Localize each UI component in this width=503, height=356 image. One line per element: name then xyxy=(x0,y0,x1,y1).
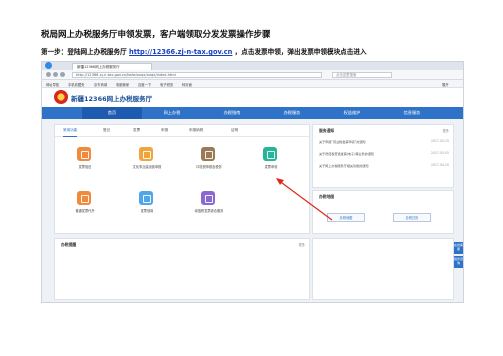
tax-map-title: 办税地图 xyxy=(319,194,335,199)
notice-date: 2017-04-20 xyxy=(431,163,449,167)
tile-label: 增值税发票综合服务 xyxy=(194,209,224,213)
common-functions-panel: 常用功能 登记 发票 申报 申报纳税 证明 发票验旧 文化事业建设费申报 印花税… xyxy=(54,124,310,234)
tax-consult-float[interactable]: 税务咨询 xyxy=(454,256,463,268)
lower-right-panel xyxy=(312,238,454,300)
notice-title: 服务通知 xyxy=(319,128,335,133)
notice-row[interactable]: 关于增值税普通发票(电子)等业务的通知 2017-05-05 xyxy=(319,151,449,157)
browser-tab[interactable]: 新疆12366网上办税服务厅 xyxy=(72,63,152,70)
tile-label: 发票申领 xyxy=(264,165,278,169)
nav-online-tax[interactable]: 网上办税 xyxy=(142,107,202,119)
back-icon[interactable] xyxy=(46,72,51,77)
online-service-float[interactable]: 在线客服 xyxy=(454,242,463,254)
bookmark-item[interactable]: 百度一下 xyxy=(138,82,151,87)
subtab-declare[interactable]: 申报 xyxy=(161,125,168,136)
notice-more-link[interactable]: 更多 xyxy=(443,128,449,133)
notice-date: 2017-05-15 xyxy=(431,139,449,143)
tile-invoice-check[interactable]: 发票验旧 xyxy=(69,147,101,181)
main-nav: 首页 网上办税 办税指南 办税服务 权益维护 信息服务 xyxy=(42,107,463,119)
site-header: 新疆12366网上办税服务厅 xyxy=(42,88,463,107)
tile-label: 普通发票代开 xyxy=(75,209,95,213)
notice-row[interactable]: 关于网上办税服务厅相关功能的通知 2017-04-20 xyxy=(319,163,449,169)
subtab-register[interactable]: 登记 xyxy=(103,125,110,136)
stamp-tax-icon xyxy=(201,147,215,161)
notice-date: 2017-05-05 xyxy=(431,151,449,155)
reminder-more-link[interactable]: 更多 xyxy=(299,242,305,247)
bookmark-item[interactable]: 京东商城 xyxy=(94,82,107,87)
tile-label: 发票验旧 xyxy=(78,165,92,169)
browser-address-bar: http://12366.xj-n-tax.gov.cn/bsfw/xxqx/x… xyxy=(42,70,463,80)
document-title: 税局网上办税服务厅申领发票，客户端领取分发发票操作步骤 xyxy=(41,30,271,40)
bookmark-item[interactable]: 电子税务 xyxy=(160,82,173,87)
tile-culture-fee[interactable]: 文化事业建设费申报 xyxy=(131,147,163,181)
step-one-prefix: 第一步：登陆网上办税服务厅 xyxy=(41,48,130,56)
invoice-apply-icon xyxy=(263,147,277,161)
culture-fee-icon xyxy=(139,147,153,161)
bookmark-item[interactable]: 电脑管家 xyxy=(116,82,129,87)
step-one-url[interactable]: http://12366.zj-n-tax.gov.cn xyxy=(129,48,232,56)
browser-search-input[interactable]: 点击这里搜索 xyxy=(332,71,392,78)
function-subtabs: 常用功能 登记 发票 申报 申报纳税 证明 xyxy=(55,125,309,137)
embedded-screenshot: 新疆12366网上办税服务厅 http://12366.xj-n-tax.gov… xyxy=(41,61,464,303)
nav-guide[interactable]: 办税指南 xyxy=(202,107,262,119)
url-input[interactable]: http://12366.xj-n-tax.gov.cn/bsfw/xxqx/x… xyxy=(72,71,322,78)
tile-stamp-tax[interactable]: 印花税申报及税务 xyxy=(193,147,225,181)
reminder-title: 办税提醒 xyxy=(61,242,77,247)
nav-home[interactable]: 首页 xyxy=(82,107,142,119)
tile-label: 印花税申报及税务 xyxy=(196,165,222,169)
browser-logo-icon xyxy=(45,62,52,69)
notice-row[interactable]: 关于申报“营业税发票申领”的通知 2017-05-15 xyxy=(319,139,449,145)
nav-service[interactable]: 办税服务 xyxy=(262,107,322,119)
tile-label: 文化事业建设费申报 xyxy=(132,165,162,169)
refresh-icon[interactable] xyxy=(60,72,65,77)
subtab-cert[interactable]: 证明 xyxy=(231,125,238,136)
tile-invoice-collect[interactable]: 发票领用 xyxy=(131,191,163,225)
vat-service-icon xyxy=(201,191,215,205)
tax-emblem-icon xyxy=(54,90,68,104)
bookmarks-bar: 网址导航 手机收藏夹 京东商城 电脑管家 百度一下 电子税务 转页面 展开 xyxy=(42,80,463,88)
notice-text: 关于增值税普通发票(电子)等业务的通知 xyxy=(319,152,375,156)
browser-tab-bar: 新疆12366网上办税服务厅 xyxy=(42,62,463,70)
invoice-issue-icon xyxy=(77,191,91,205)
tile-invoice-issue[interactable]: 普通发票代开 xyxy=(69,191,101,225)
step-one-suffix: ，点击发票申领，弹出发票申领模块点击进入 xyxy=(234,48,367,56)
bookmark-item[interactable]: 网址导航 xyxy=(46,82,59,87)
tile-label: 发票领用 xyxy=(140,209,154,213)
bookmark-item[interactable]: 手机收藏夹 xyxy=(68,82,84,87)
invoice-collect-icon xyxy=(139,191,153,205)
bookmark-expand[interactable]: 展开 xyxy=(442,82,449,87)
nav-info[interactable]: 信息服务 xyxy=(382,107,442,119)
notice-panel: 服务通知 更多 关于申报“营业税发票申领”的通知 2017-05-15 关于增值… xyxy=(312,124,454,188)
step-one-line: 第一步：登陆网上办税服务厅 http://12366.zj-n-tax.gov.… xyxy=(41,46,367,56)
subtab-pay[interactable]: 申报纳税 xyxy=(189,125,203,136)
bookmark-item[interactable]: 转页面 xyxy=(182,82,192,87)
forward-icon[interactable] xyxy=(53,72,58,77)
invoice-check-icon xyxy=(77,147,91,161)
subtab-common[interactable]: 常用功能 xyxy=(63,125,78,137)
tax-map-button[interactable]: 办税地图 xyxy=(327,213,365,222)
tile-invoice-apply[interactable]: 发票申领 xyxy=(255,147,287,181)
subtab-invoice[interactable]: 发票 xyxy=(133,125,140,136)
site-title: 新疆12366网上办税服务厅 xyxy=(71,95,153,103)
notice-text: 关于申报“营业税发票申领”的通知 xyxy=(319,140,366,144)
tile-vat-service[interactable]: 增值税发票综合服务 xyxy=(193,191,225,225)
nav-rights[interactable]: 权益维护 xyxy=(322,107,382,119)
tax-map-panel: 办税地图 办税地图 办税日历 xyxy=(312,190,454,234)
tax-calendar-button[interactable]: 办税日历 xyxy=(393,213,431,222)
notice-text: 关于网上办税服务厅相关功能的通知 xyxy=(319,164,369,168)
reminder-panel: 办税提醒 更多 xyxy=(54,238,310,300)
